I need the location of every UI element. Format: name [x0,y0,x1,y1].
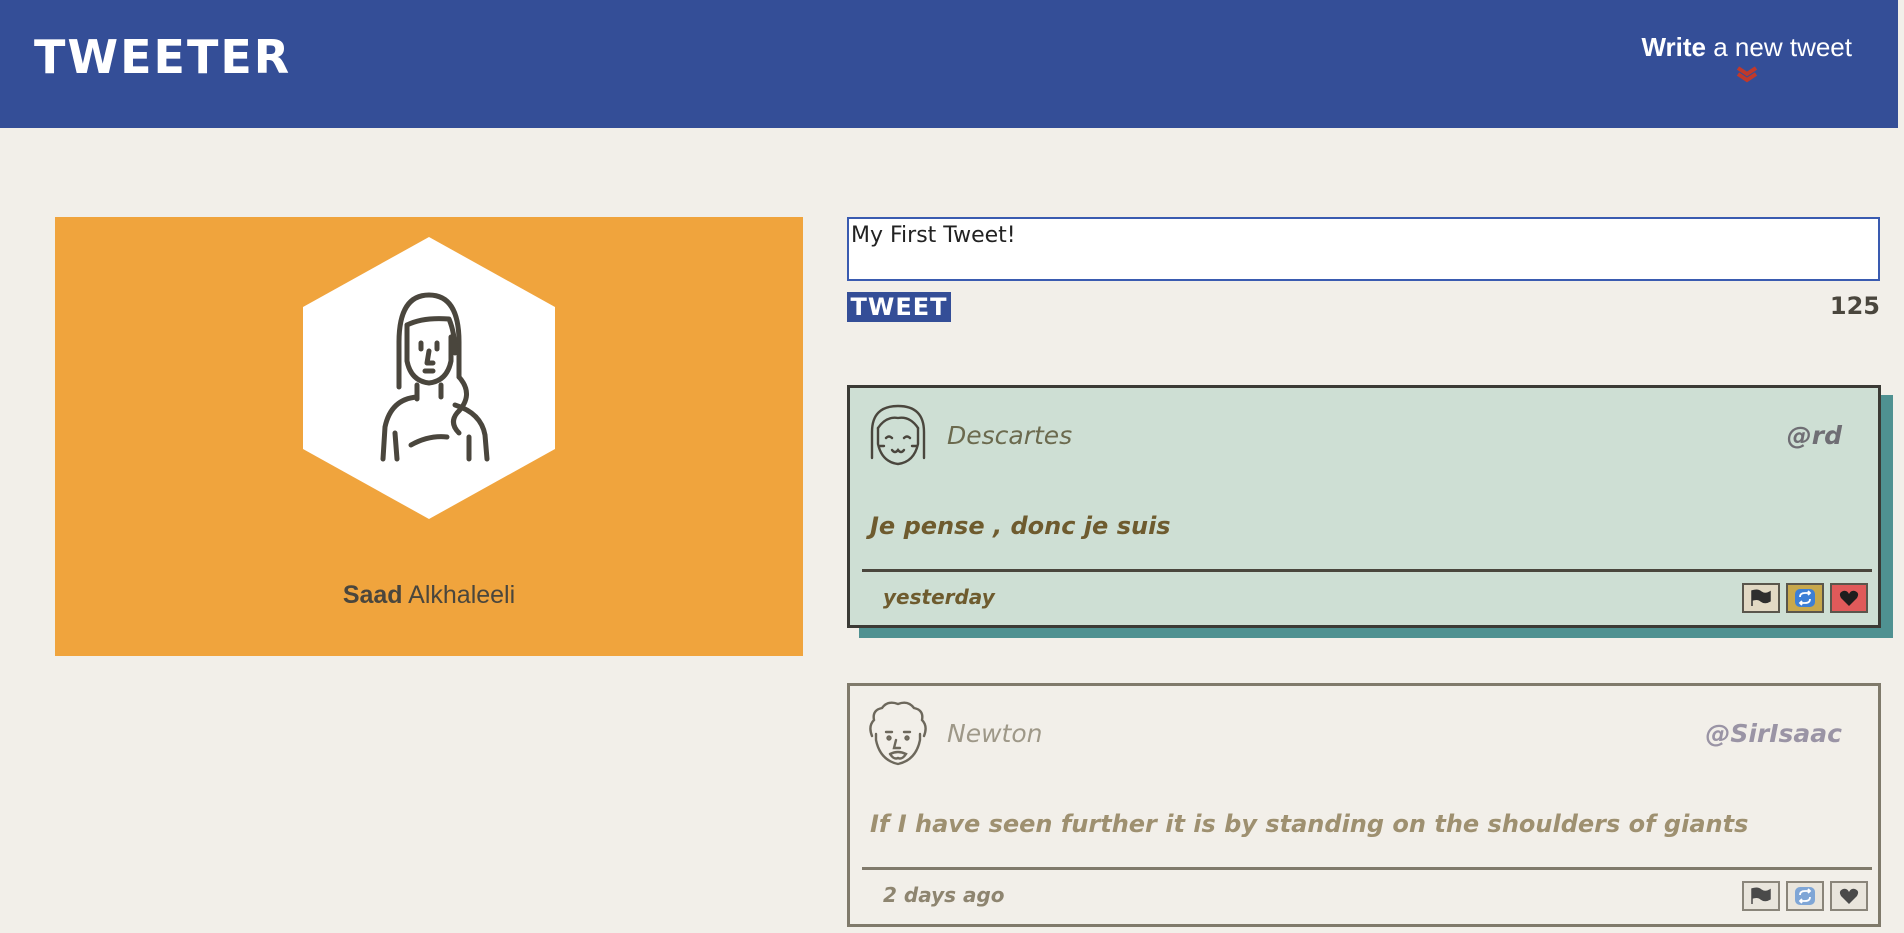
user-avatar-icon [870,404,926,466]
user-avatar-icon [869,701,927,766]
tweet-actions [1742,881,1868,911]
profile-card: Saad Alkhaleeli [55,217,803,656]
tweet-input[interactable]: My First Tweet! [847,217,1880,281]
divider [862,867,1872,870]
flag-button[interactable] [1742,881,1780,911]
author-handle[interactable]: @SirIsaac [1705,719,1842,748]
tweet-timestamp: 2 days ago [883,883,1005,907]
compose-label: Write a new tweet [1641,32,1852,62]
retweet-button[interactable] [1786,583,1824,613]
avatar [866,402,930,472]
retweet-icon [1795,589,1815,607]
write-new-tweet-toggle[interactable]: Write a new tweet [1641,32,1852,83]
author-handle[interactable]: @rd [1787,421,1842,450]
char-counter: 125 [1829,292,1880,320]
tweet-card: Newton @SirIsaac If I have seen further … [847,683,1881,927]
flag-icon [1751,589,1771,606]
like-button[interactable] [1830,881,1868,911]
tweet-text: Je pense , donc je suis [870,512,1171,540]
tweet-card: Descartes @rd Je pense , donc je suis ye… [847,385,1881,628]
heart-icon [1839,888,1859,904]
tweet-timestamp: yesterday [883,585,995,609]
divider [862,569,1872,572]
tweet-actions [1742,583,1868,613]
chevron-down-icon[interactable] [1734,65,1760,83]
avatar-hexagon-icon [303,237,555,519]
brand-logo[interactable]: TWEETER [34,34,291,80]
profile-avatar [303,237,555,519]
retweet-button[interactable] [1786,881,1824,911]
retweet-icon [1795,887,1815,905]
avatar [866,700,930,770]
flag-button[interactable] [1742,583,1780,613]
author-name: Descartes [947,421,1073,450]
author-name: Newton [947,719,1043,748]
like-button[interactable] [1830,583,1868,613]
tweet-text: If I have seen further it is by standing… [870,810,1749,838]
scrollbar-track[interactable] [1898,0,1904,933]
profile-name: Saad Alkhaleeli [342,581,516,609]
flag-icon [1751,887,1771,904]
navbar: TWEETER Write a new tweet [0,0,1898,128]
tweet-submit-button[interactable]: TWEET [847,292,951,322]
heart-icon [1839,590,1859,606]
